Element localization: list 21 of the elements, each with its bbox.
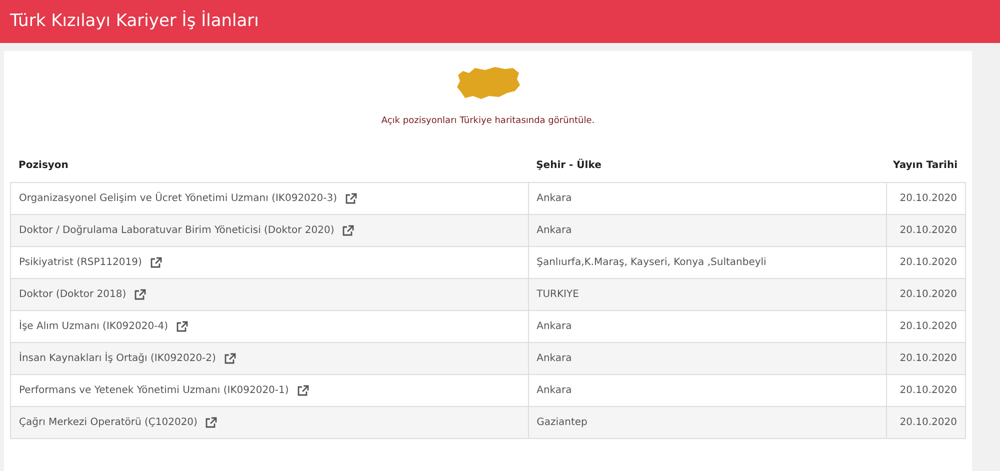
date-cell: 20.10.2020 [886,406,966,438]
map-link[interactable]: Açık pozisyonları Türkiye haritasında görüntüle. [381,115,595,128]
city-cell: Ankara [528,182,887,214]
external-link-icon [345,193,358,204]
external-link-icon [296,385,309,396]
column-header: Şehir - Ülke [536,160,602,171]
position-link[interactable]: Çağrı Merkezi Operatörü (Ç102020) [19,415,198,430]
column-header: Yayın Tarihi [893,160,958,171]
external-link-icon [342,225,354,236]
position-link[interactable]: İnsan Kaynakları İş Ortağı (IK092020-2) [19,351,216,366]
external-link-icon [176,321,188,332]
column-header: Pozisyon [18,160,68,171]
position-link[interactable]: İşe Alım Uzmanı (IK092020-4) [19,319,168,334]
page-title: Türk Kızılayı Kariyer İş İlanları [10,10,259,33]
position-link[interactable]: Doktor (Doktor 2018) [19,287,126,302]
external-link-icon [150,257,162,268]
position-link[interactable]: Psikiyatrist (RSP112019) [19,255,142,270]
external-link-icon [134,289,146,300]
external-link-icon [205,417,218,428]
external-link-icon [224,353,236,364]
city-cell: Gaziantep [528,406,887,438]
